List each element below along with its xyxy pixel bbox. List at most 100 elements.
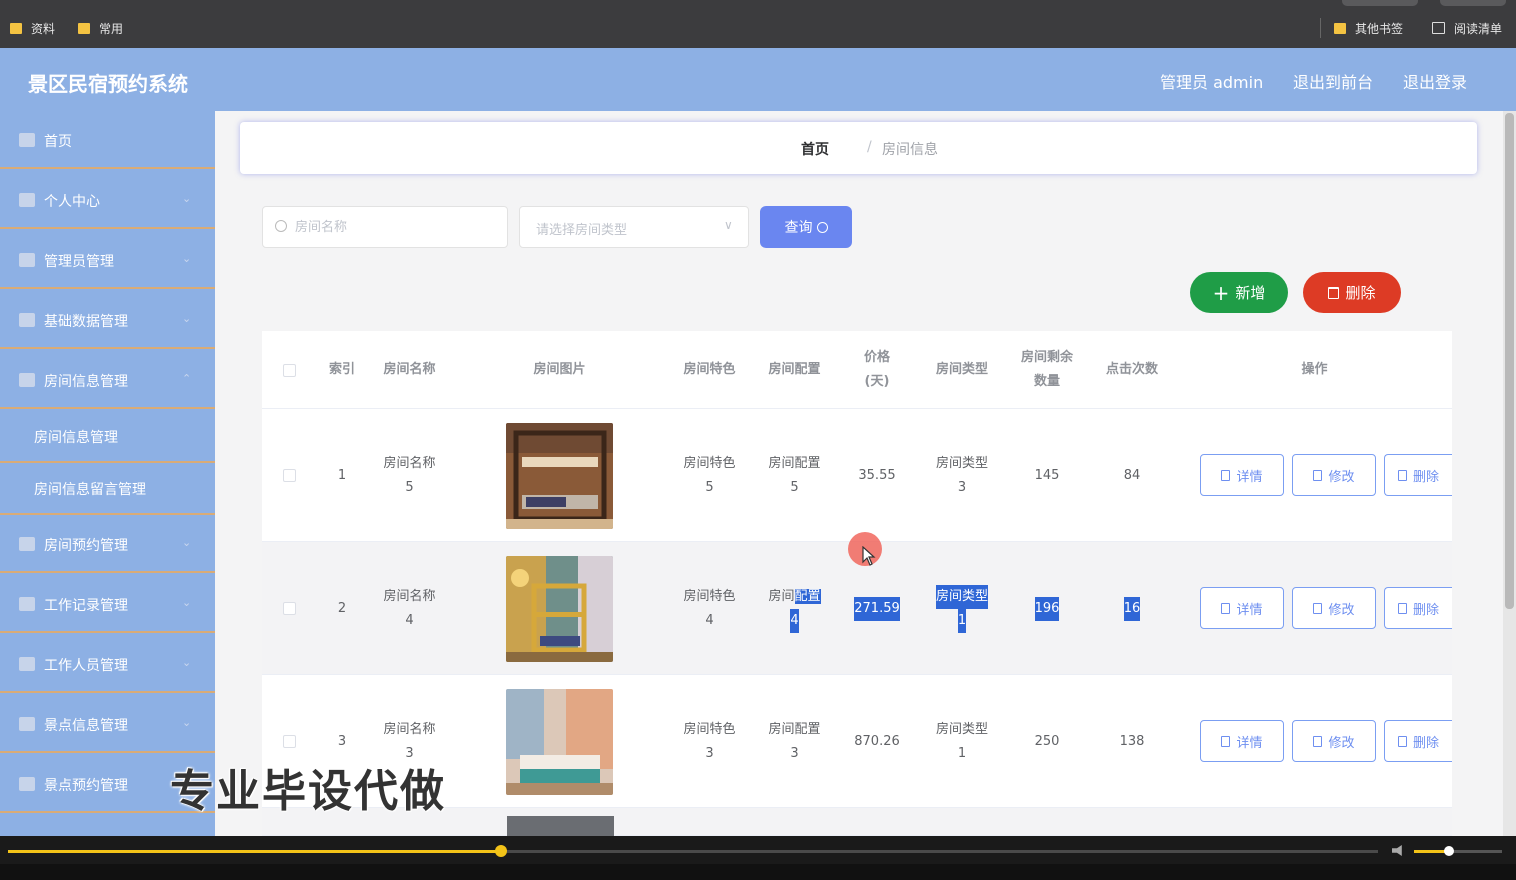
room-type-select[interactable]: 请选择房间类型 ∨ [519, 206, 749, 248]
bookmarks-bar: 资料 常用 其他书签 阅读清单 [0, 0, 1516, 48]
cell-type: 房间类型 1 [935, 721, 988, 761]
room-name-search[interactable] [262, 206, 508, 248]
main-content: 首页 / 房间信息 请选择房间类型 ∨ 查询 + 新增 删除 索引 房间名称 房… [215, 111, 1503, 836]
player-controls-strip [0, 864, 1516, 880]
detail-button[interactable]: 详情 [1200, 720, 1284, 762]
cell-price: 35.55 [858, 467, 896, 483]
sidebar-subitem-room-messages[interactable]: 房间信息留言管理 [0, 463, 215, 515]
sidebar-item-staff[interactable]: 工作人员管理 ⌄ [0, 635, 215, 693]
cell-type: 房间类型 3 [935, 455, 988, 495]
plus-icon: + [1212, 280, 1230, 305]
edit-button[interactable]: 修改 [1292, 720, 1376, 762]
row-checkbox[interactable] [283, 469, 296, 482]
sidebar-item-basedata[interactable]: 基础数据管理 ⌄ [0, 291, 215, 349]
cell-feature: 房间特色 3 [683, 721, 736, 761]
mouse-cursor-icon [862, 546, 876, 566]
row-checkbox[interactable] [283, 735, 296, 748]
select-all-checkbox[interactable] [283, 363, 296, 377]
trash-icon [1397, 735, 1407, 747]
detail-button[interactable]: 详情 [1200, 587, 1284, 629]
edit-icon [1313, 469, 1323, 481]
chevron-down-icon: ⌄ [182, 716, 192, 729]
row-checkbox[interactable] [283, 602, 296, 615]
data-icon [19, 313, 35, 327]
app-title: 景区民宿预约系统 [28, 72, 188, 96]
room-name-input[interactable] [295, 216, 495, 238]
video-player-bar [0, 836, 1516, 880]
sidebar-item-profile[interactable]: 个人中心 ⌄ [0, 171, 215, 229]
sidebar-item-work-records[interactable]: 工作记录管理 ⌄ [0, 575, 215, 633]
bookmark-folder-2[interactable]: 常用 [78, 19, 123, 37]
progress-fill [8, 850, 502, 853]
cell-type: 房间类型 1 [917, 542, 1007, 675]
sidebar-item-scenic[interactable]: 景点信息管理 ⌄ [0, 695, 215, 753]
sidebar-item-room-booking[interactable]: 房间预约管理 ⌄ [0, 515, 215, 573]
volume-track[interactable] [1414, 850, 1502, 853]
delete-button[interactable]: 删除 [1384, 720, 1452, 762]
cell-clicks: 138 [1119, 733, 1145, 749]
add-button[interactable]: + 新增 [1190, 272, 1288, 313]
col-remain: 房间剩余 数量 [1020, 350, 1073, 389]
row-checkbox-cell [262, 409, 317, 542]
front-link[interactable]: 退出到前台 [1293, 69, 1373, 93]
room-photo[interactable] [506, 688, 613, 795]
col-clicks: 点击次数 [1105, 362, 1158, 377]
query-button[interactable]: 查询 [760, 206, 852, 248]
sidebar-subitem-room-info[interactable]: 房间信息管理 [0, 411, 215, 463]
detail-button[interactable]: 详情 [1200, 454, 1284, 496]
row-checkbox-cell [262, 542, 317, 675]
edit-icon [1313, 602, 1323, 614]
edit-button[interactable]: 修改 [1292, 454, 1376, 496]
progress-knob[interactable] [495, 845, 508, 857]
cell-index: 1 [337, 467, 347, 483]
watermark: 专业毕设代做 [170, 766, 446, 817]
cell-image [452, 542, 667, 675]
sidebar-item-rooms[interactable]: 房间信息管理 ⌃ [0, 351, 215, 409]
document-icon [1221, 602, 1231, 614]
cell-price: 271.59 [837, 542, 917, 675]
cell-clicks: 16 [1087, 542, 1177, 675]
cell-config: 房间配置 3 [768, 721, 821, 761]
profile-tab-edge [1342, 0, 1418, 6]
delete-button[interactable]: 删除 [1384, 454, 1452, 496]
batch-delete-button[interactable]: 删除 [1303, 272, 1401, 313]
edit-button[interactable]: 修改 [1292, 587, 1376, 629]
sidebar-item-home[interactable]: 首页 [0, 111, 215, 169]
cell-feature: 房间特色 4 [683, 588, 736, 628]
bookmark-other[interactable]: 其他书签 [1334, 19, 1403, 37]
list-icon [19, 537, 35, 551]
room-photo[interactable] [507, 816, 614, 836]
delete-button[interactable]: 删除 [1384, 587, 1452, 629]
scrollbar-thumb[interactable] [1505, 113, 1514, 609]
reading-list[interactable]: 阅读清单 [1432, 19, 1502, 37]
col-config: 房间配置 [768, 362, 821, 377]
breadcrumb-separator: / [867, 139, 872, 155]
cell-price: 870.26 [854, 733, 900, 749]
app-header: 景区民宿预约系统 管理员 admin 退出到前台 退出登录 [0, 48, 1516, 111]
room-photo[interactable] [506, 422, 613, 529]
cell-remain: 145 [1034, 467, 1060, 483]
cell-config: 房间配置 5 [768, 455, 821, 495]
chevron-down-icon: ⌄ [182, 192, 192, 205]
col-image: 房间图片 [533, 362, 586, 377]
volume-icon[interactable] [1392, 845, 1402, 856]
logout-link[interactable]: 退出登录 [1403, 69, 1467, 93]
sidebar-item-admin[interactable]: 管理员管理 ⌄ [0, 231, 215, 289]
user-icon [19, 193, 35, 207]
col-name: 房间名称 [383, 362, 436, 377]
volume-knob[interactable] [1444, 846, 1455, 856]
room-photo[interactable] [506, 555, 613, 662]
bookmark-folder-1[interactable]: 资料 [10, 19, 55, 37]
edit-icon [1313, 735, 1323, 747]
list-icon [19, 777, 35, 791]
progress-track[interactable] [8, 850, 1378, 853]
document-icon [1221, 735, 1231, 747]
cell-image [452, 675, 667, 808]
breadcrumb-home[interactable]: 首页 [801, 139, 829, 159]
sidebar: 首页 个人中心 ⌄ 管理员管理 ⌄ 基础数据管理 ⌄ 房间信息管理 ⌃ 房间信息… [0, 111, 215, 836]
select-all-cell [262, 331, 317, 409]
cell-name: 房间名称 5 [383, 455, 436, 495]
cell-config: 房间配置 4 [752, 542, 837, 675]
page-scrollbar[interactable] [1503, 111, 1516, 836]
chevron-down-icon: ⌄ [182, 656, 192, 669]
